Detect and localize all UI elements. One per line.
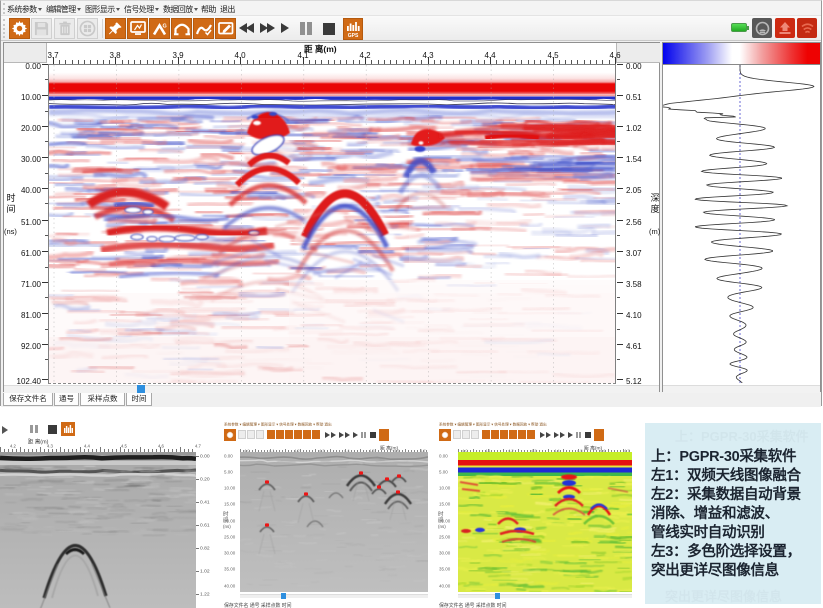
svg-text:G: G [163, 23, 167, 29]
